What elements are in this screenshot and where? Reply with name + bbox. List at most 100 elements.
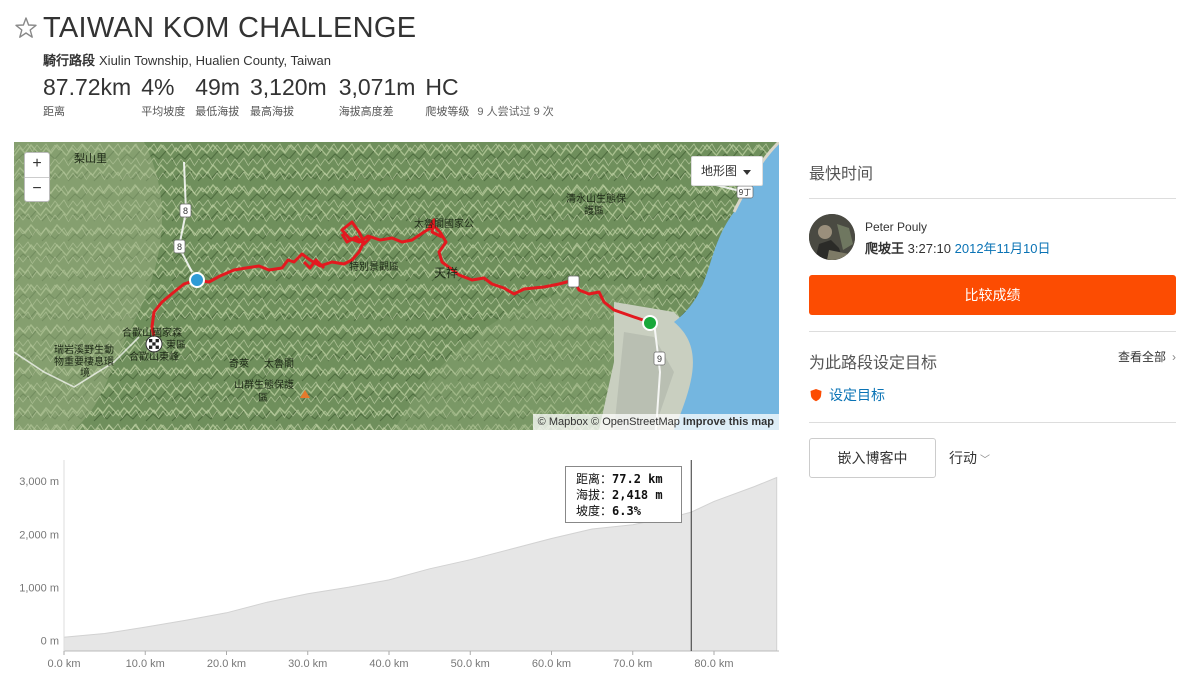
divider: [809, 331, 1176, 332]
y-tick-label: 3,000 m: [19, 476, 59, 488]
stat-label: 爬坡等级: [425, 106, 470, 118]
x-tick-label: 40.0 km: [369, 658, 408, 670]
compare-button[interactable]: 比较成绩: [809, 275, 1176, 315]
map-label: 合歡山東峰: [129, 350, 179, 363]
road-label: 9丁: [739, 188, 751, 197]
road-shield-8b: 8: [173, 239, 186, 254]
fastest-times-heading: 最快时间: [809, 166, 874, 183]
map-label: 合歡山國家森: [122, 326, 182, 339]
position-marker[interactable]: [189, 272, 205, 288]
segment-location: Xiulin Township, Hualien County, Taiwan: [99, 53, 331, 68]
stat-value: 3,120m: [249, 74, 327, 100]
tooltip-distance-label: 距离：: [576, 472, 613, 486]
kom-label: 爬坡王: [865, 241, 905, 256]
map-type-dropdown[interactable]: 地形图: [691, 156, 763, 186]
map-label: 區: [258, 392, 268, 404]
kom-record: 爬坡王 3:27:10 2012年11月10日: [865, 238, 1051, 257]
stat-label: 最低海拔: [195, 106, 240, 118]
actions-label: 行动: [949, 450, 977, 466]
stat-label: 最高海拔: [249, 106, 294, 118]
segment-type: 騎行路段: [43, 53, 96, 68]
kom-time: 3:27:10: [907, 241, 952, 256]
zoom-out-button[interactable]: −: [25, 177, 49, 201]
x-tick-label: 30.0 km: [288, 658, 327, 670]
tooltip-distance-value: 77.2 km: [612, 472, 663, 486]
tooltip-grade-label: 坡度：: [576, 504, 613, 518]
stat-value: 87.72km: [43, 74, 132, 100]
divider: [809, 198, 1176, 199]
shield-icon: [810, 389, 822, 402]
view-all-link[interactable]: 查看全部 ›: [1118, 348, 1176, 365]
map-label: 境: [80, 366, 90, 379]
segment-title: TAIWAN KOM CHALLENGE: [43, 12, 417, 44]
tooltip-elev-value: 2,418 m: [612, 488, 663, 502]
segment-subtitle: 騎行路段 Xiulin Township, Hualien County, Tai…: [43, 50, 331, 69]
zoom-in-button[interactable]: +: [25, 153, 49, 177]
athlete-name[interactable]: Peter Pouly: [865, 220, 927, 234]
improve-map-link[interactable]: Improve this map: [683, 416, 774, 428]
start-marker[interactable]: [642, 315, 658, 331]
stat-highest-elev: 3,120m 最高海拔: [250, 73, 327, 119]
map-label: 太魯閣: [264, 357, 294, 370]
x-tick-label: 20.0 km: [207, 658, 246, 670]
stat-label: 海拔高度差: [338, 106, 394, 118]
avatar[interactable]: [809, 214, 855, 260]
stat-value: HC: [425, 74, 459, 100]
view-all-label: 查看全部: [1117, 350, 1166, 364]
chevron-down-icon: ﹀: [980, 455, 990, 466]
caret-down-icon: [743, 170, 751, 175]
map-type-label: 地形图: [701, 164, 738, 178]
y-tick-label: 1,000 m: [19, 582, 59, 594]
set-goal-link[interactable]: 设定目标: [809, 385, 885, 405]
stat-avg-grade: 4% 平均坡度: [141, 73, 185, 119]
divider: [809, 422, 1176, 423]
road-shield-9: 9: [653, 351, 666, 366]
stat-climb-category: HC 爬坡等级 9 人尝试过 9 次: [425, 73, 553, 119]
tooltip-elev-label: 海拔：: [576, 488, 613, 502]
road-shield-8a: 8: [179, 203, 192, 218]
tooltip-grade-value: 6.3%: [612, 504, 641, 518]
actions-dropdown[interactable]: 行动 ﹀: [949, 448, 990, 468]
stat-lowest-elev: 49m 最低海拔: [195, 73, 240, 119]
map-canvas[interactable]: 8 8 9丁 9 梨山里 合歡山國家森 東區 瑞岩溪野生動 物重要棲息環 境 合…: [14, 142, 779, 430]
stat-elev-difference: 3,071m 海拔高度差: [339, 73, 416, 119]
stat-value: 49m: [195, 74, 240, 100]
stat-value: 4%: [141, 74, 175, 100]
road-label: 8: [177, 242, 182, 252]
star-icon[interactable]: [14, 16, 38, 40]
stat-distance: 87.72km 距离: [43, 73, 131, 119]
attempts-count: 9 人尝试过 9 次: [477, 106, 554, 118]
x-tick-label: 80.0 km: [694, 658, 733, 670]
map-label: 天祥: [434, 266, 458, 280]
elevation-tooltip: 距离：77.2 km 海拔：2,418 m 坡度：6.3%: [565, 466, 682, 523]
kom-date-link[interactable]: 2012年11月10日: [955, 241, 1051, 256]
stat-label: 距离: [43, 106, 65, 118]
osm-credit[interactable]: © OpenStreetMap: [591, 416, 680, 428]
embed-button[interactable]: 嵌入博客中: [809, 438, 936, 478]
mapbox-credit[interactable]: © Mapbox: [538, 416, 588, 428]
map-pin: [567, 275, 580, 288]
set-goal-heading: 为此路段设定目标: [809, 355, 938, 372]
road-label: 9: [657, 354, 662, 364]
x-tick-label: 70.0 km: [613, 658, 652, 670]
x-tick-label: 50.0 km: [451, 658, 490, 670]
x-tick-label: 60.0 km: [532, 658, 571, 670]
map-label: 太魯閣國家公: [414, 217, 474, 230]
segment-stats: 87.72km 距离 4% 平均坡度 49m 最低海拔 3,120m 最高海拔 …: [43, 73, 564, 119]
y-tick-label: 2,000 m: [19, 529, 59, 541]
map-label: 瑞岩溪野生動: [54, 343, 114, 356]
map-label: 物重要棲息環: [54, 355, 114, 368]
segment-map[interactable]: 8 8 9丁 9 梨山里 合歡山國家森 東區 瑞岩溪野生動 物重要棲息環 境 合…: [14, 142, 779, 430]
map-label: 清水山生態保: [566, 192, 626, 205]
road-shield-9t: 9丁: [736, 185, 754, 199]
map-label: 梨山里: [74, 151, 107, 165]
stat-label: 平均坡度: [141, 106, 186, 118]
map-label: 護區: [584, 204, 604, 217]
chevron-right-icon: ›: [1172, 350, 1176, 364]
x-tick-label: 10.0 km: [126, 658, 165, 670]
map-label: 東區: [166, 338, 186, 351]
road-label: 8: [183, 206, 188, 216]
map-label: 奇萊: [229, 357, 249, 370]
zoom-control: + −: [24, 152, 50, 202]
y-tick-label: 0 m: [41, 635, 59, 647]
